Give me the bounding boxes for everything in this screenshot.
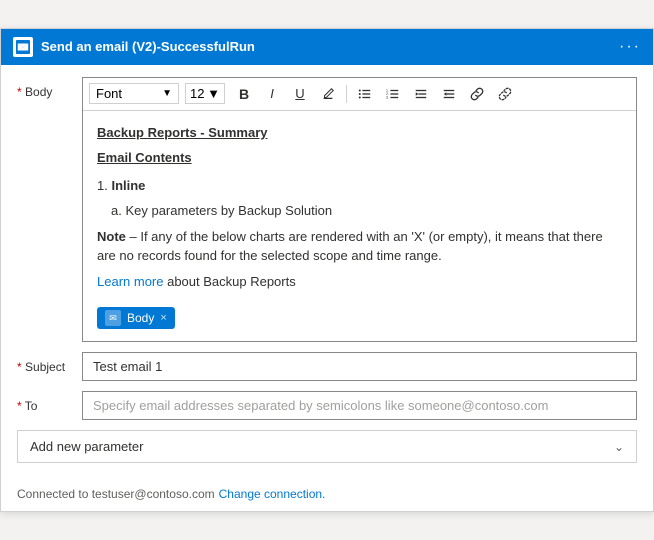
- content-list-sub: a. Key parameters by Backup Solution: [97, 201, 622, 221]
- app-icon: [13, 37, 33, 57]
- content-note: Note – If any of the below charts are re…: [97, 227, 622, 266]
- add-parameter-chevron: ⌄: [614, 440, 624, 454]
- font-size-value: 12: [190, 86, 204, 101]
- link-button[interactable]: [464, 82, 490, 106]
- body-required-marker: *: [17, 85, 22, 99]
- content-heading-1: Backup Reports - Summary: [97, 123, 622, 143]
- content-list-item: 1. Inline: [97, 176, 622, 196]
- editor-toolbar: Font ▼ 12 ▼ B I U: [83, 78, 636, 111]
- header-menu-button[interactable]: ···: [619, 38, 641, 56]
- body-field-row: * Body Font ▼ 12 ▼ B: [17, 77, 637, 343]
- content-heading-2: Email Contents: [97, 148, 622, 168]
- outdent-button[interactable]: [436, 82, 462, 106]
- add-parameter-row[interactable]: Add new parameter ⌄: [17, 430, 637, 463]
- body-label: * Body: [17, 77, 72, 99]
- body-field-content: Font ▼ 12 ▼ B I U: [82, 77, 637, 343]
- card-container: Send an email (V2)-SuccessfulRun ··· * B…: [0, 28, 654, 513]
- unlink-button[interactable]: [492, 82, 518, 106]
- to-field-content: [82, 391, 637, 420]
- to-label: * To: [17, 391, 72, 413]
- subject-field-row: * Subject: [17, 352, 637, 381]
- body-token: ✉ Body ×: [97, 307, 175, 329]
- subject-input[interactable]: [82, 352, 637, 381]
- list-item-bold: Inline: [111, 178, 145, 193]
- list-number: 1.: [97, 178, 108, 193]
- highlight-button[interactable]: [315, 82, 341, 106]
- add-parameter-label: Add new parameter: [30, 439, 143, 454]
- learn-more-link[interactable]: Learn more: [97, 274, 163, 289]
- body-token-label: Body: [127, 309, 154, 327]
- connected-text: Connected to testuser@contoso.com: [17, 487, 215, 501]
- to-input[interactable]: [82, 391, 637, 420]
- font-chevron: ▼: [162, 88, 172, 99]
- body-editor: Font ▼ 12 ▼ B I U: [82, 77, 637, 343]
- svg-text:3.: 3.: [386, 95, 389, 99]
- content-learn-line: Learn more about Backup Reports: [97, 272, 622, 292]
- header-title: Send an email (V2)-SuccessfulRun: [41, 39, 611, 54]
- font-label: Font: [96, 86, 122, 101]
- font-size-chevron: ▼: [207, 86, 220, 101]
- change-connection-link[interactable]: Change connection.: [219, 487, 326, 501]
- card-footer: Connected to testuser@contoso.com Change…: [1, 481, 653, 511]
- to-field-row: * To: [17, 391, 637, 420]
- indent-button[interactable]: [408, 82, 434, 106]
- note-body: – If any of the below charts are rendere…: [97, 229, 603, 264]
- subject-required-marker: *: [17, 360, 22, 374]
- body-token-icon: ✉: [105, 310, 121, 326]
- card-header: Send an email (V2)-SuccessfulRun ···: [1, 29, 653, 65]
- font-size-selector[interactable]: 12 ▼: [185, 83, 225, 104]
- card-body: * Body Font ▼ 12 ▼ B: [1, 65, 653, 482]
- to-required-marker: *: [17, 399, 22, 413]
- subject-label: * Subject: [17, 352, 72, 374]
- body-token-close[interactable]: ×: [160, 310, 166, 327]
- body-editor-content[interactable]: Backup Reports - Summary Email Contents …: [83, 111, 636, 342]
- note-prefix: Note: [97, 229, 126, 244]
- font-selector[interactable]: Font ▼: [89, 83, 179, 104]
- italic-button[interactable]: I: [259, 82, 285, 106]
- bold-button[interactable]: B: [231, 82, 257, 106]
- ordered-list-button[interactable]: 1.2.3.: [380, 82, 406, 106]
- subject-field-content: [82, 352, 637, 381]
- toolbar-divider-1: [346, 85, 347, 103]
- learn-after: about Backup Reports: [163, 274, 295, 289]
- underline-button[interactable]: U: [287, 82, 313, 106]
- unordered-list-button[interactable]: [352, 82, 378, 106]
